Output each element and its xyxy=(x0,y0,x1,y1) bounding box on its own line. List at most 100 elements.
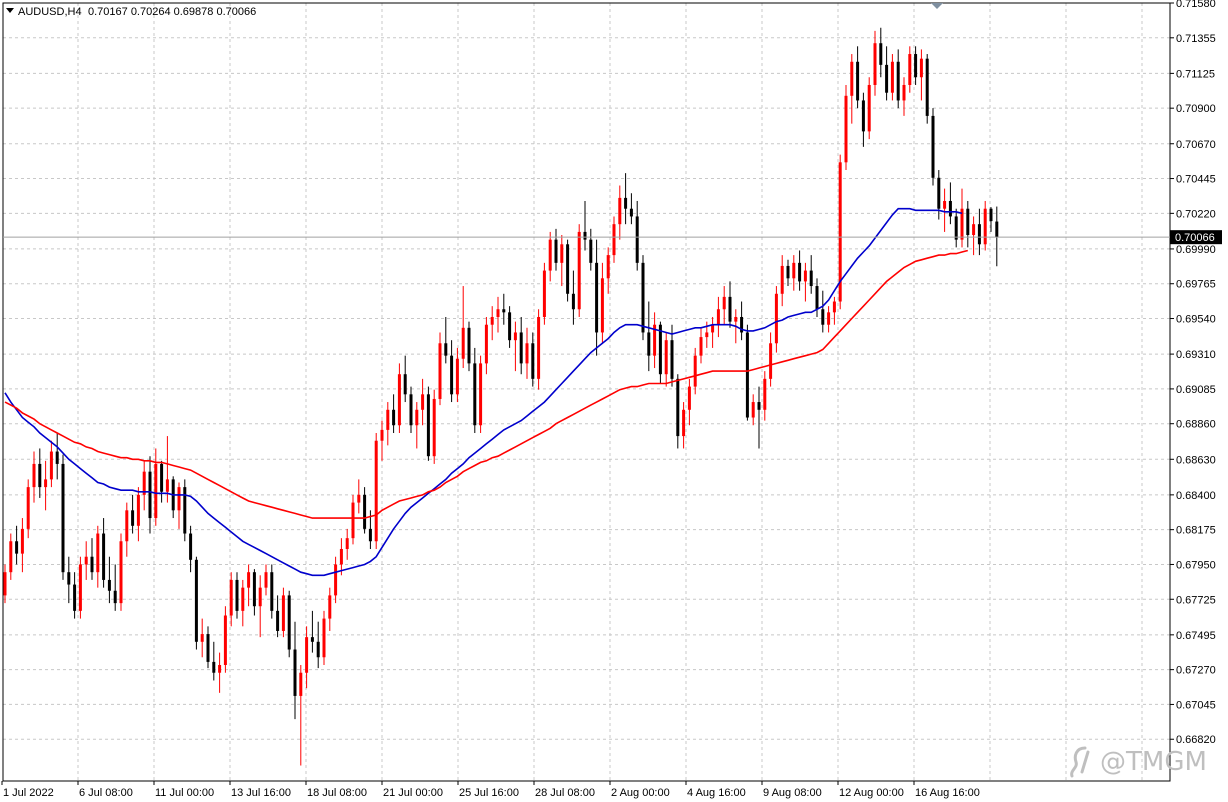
candle-body xyxy=(589,239,593,263)
candle-body xyxy=(902,84,906,101)
candle-body xyxy=(15,541,19,554)
candle-body xyxy=(189,533,193,560)
candle-body xyxy=(473,363,477,426)
candle-body xyxy=(861,100,865,132)
candle-body xyxy=(450,355,454,395)
y-tick-label: 0.71580 xyxy=(1176,0,1216,10)
candle-body xyxy=(426,394,430,457)
candle-body xyxy=(722,296,726,310)
candle-body xyxy=(421,394,425,410)
candle-body xyxy=(890,61,894,93)
candle-body xyxy=(769,343,773,379)
candle-body xyxy=(484,324,488,364)
candle-body xyxy=(363,494,367,529)
candle-body xyxy=(554,239,558,263)
candle-body xyxy=(392,409,396,426)
candle-body xyxy=(270,572,274,611)
candle-body xyxy=(218,664,222,673)
candle-body xyxy=(873,43,877,85)
candle xyxy=(479,355,483,433)
candle-body xyxy=(537,316,541,379)
candle-body xyxy=(531,343,535,379)
candle-body xyxy=(496,309,500,317)
candle-body xyxy=(780,265,784,294)
candle-body xyxy=(455,358,459,395)
candle-body xyxy=(600,278,604,333)
candle-body xyxy=(90,556,94,573)
candle-body xyxy=(264,572,268,588)
candle-body xyxy=(908,54,912,85)
candle xyxy=(542,262,546,325)
candle-body xyxy=(26,487,30,529)
candle-body xyxy=(73,584,77,611)
candle xyxy=(287,590,291,658)
candle-body xyxy=(757,402,761,410)
candle-body xyxy=(560,244,564,263)
candle-body xyxy=(490,316,494,325)
candle-body xyxy=(595,262,599,333)
symbol-timeframe: AUDUSD,H4 xyxy=(18,6,82,18)
candle-body xyxy=(310,637,314,642)
x-tick-label: 6 Jul 08:00 xyxy=(79,787,133,799)
candle-body xyxy=(548,239,552,271)
candle-body xyxy=(415,409,419,426)
candle-body xyxy=(212,661,216,673)
candle-body xyxy=(49,451,53,480)
y-tick-label: 0.69765 xyxy=(1176,279,1216,291)
candle-body xyxy=(571,293,575,310)
y-tick-label: 0.67495 xyxy=(1176,630,1216,642)
candle-body xyxy=(693,355,697,387)
candle xyxy=(438,332,442,406)
candle-body xyxy=(252,572,256,607)
candle-body xyxy=(432,398,436,457)
candle-body xyxy=(461,327,465,359)
candle-body xyxy=(3,572,7,596)
candle-body xyxy=(125,510,129,542)
candle-body xyxy=(641,262,645,333)
candle-body xyxy=(966,208,970,236)
candle-body xyxy=(513,332,517,341)
candle-body xyxy=(20,528,24,554)
candle xyxy=(322,610,326,665)
candle-body xyxy=(542,270,546,317)
candle-body xyxy=(618,197,622,225)
candle-body xyxy=(972,224,976,236)
y-tick-label: 0.67270 xyxy=(1176,665,1216,677)
x-tick-label: 12 Aug 00:00 xyxy=(839,787,904,799)
candle-body xyxy=(102,533,106,580)
candle-body xyxy=(78,564,82,611)
candle xyxy=(844,84,848,171)
candle-body xyxy=(241,587,245,611)
candle-body xyxy=(809,270,813,287)
candle-body xyxy=(9,541,13,573)
y-tick-label: 0.69310 xyxy=(1176,349,1216,361)
candle-body xyxy=(948,200,952,217)
candle-body xyxy=(670,340,674,379)
candle-body xyxy=(293,649,297,696)
candle-body xyxy=(803,270,807,282)
candle-body xyxy=(154,463,158,519)
candle-body xyxy=(798,262,802,282)
candle xyxy=(223,606,227,673)
x-tick-label: 11 Jul 00:00 xyxy=(155,787,214,799)
candle-body xyxy=(374,440,378,542)
candle-body xyxy=(879,43,883,65)
candle-body xyxy=(479,363,483,426)
y-tick-label: 0.68175 xyxy=(1176,525,1216,537)
candle-body xyxy=(566,244,570,294)
candle-body xyxy=(357,494,361,503)
y-tick-label: 0.70900 xyxy=(1176,103,1216,115)
candle xyxy=(119,533,123,611)
candle-body xyxy=(258,587,262,607)
candle-body xyxy=(444,343,448,356)
candle-body xyxy=(131,510,135,526)
candle-body xyxy=(658,324,662,375)
candle-body xyxy=(786,265,790,279)
x-tick-label: 28 Jul 08:00 xyxy=(535,787,595,799)
candle-body xyxy=(229,579,233,616)
price-chart[interactable]: 0.71580 0.71355 0.71125 0.70900 0.70670 0.704… xyxy=(0,0,1228,802)
candle-body xyxy=(380,429,384,441)
candle xyxy=(931,108,935,186)
candle-body xyxy=(67,572,71,585)
candle-body xyxy=(96,533,100,573)
